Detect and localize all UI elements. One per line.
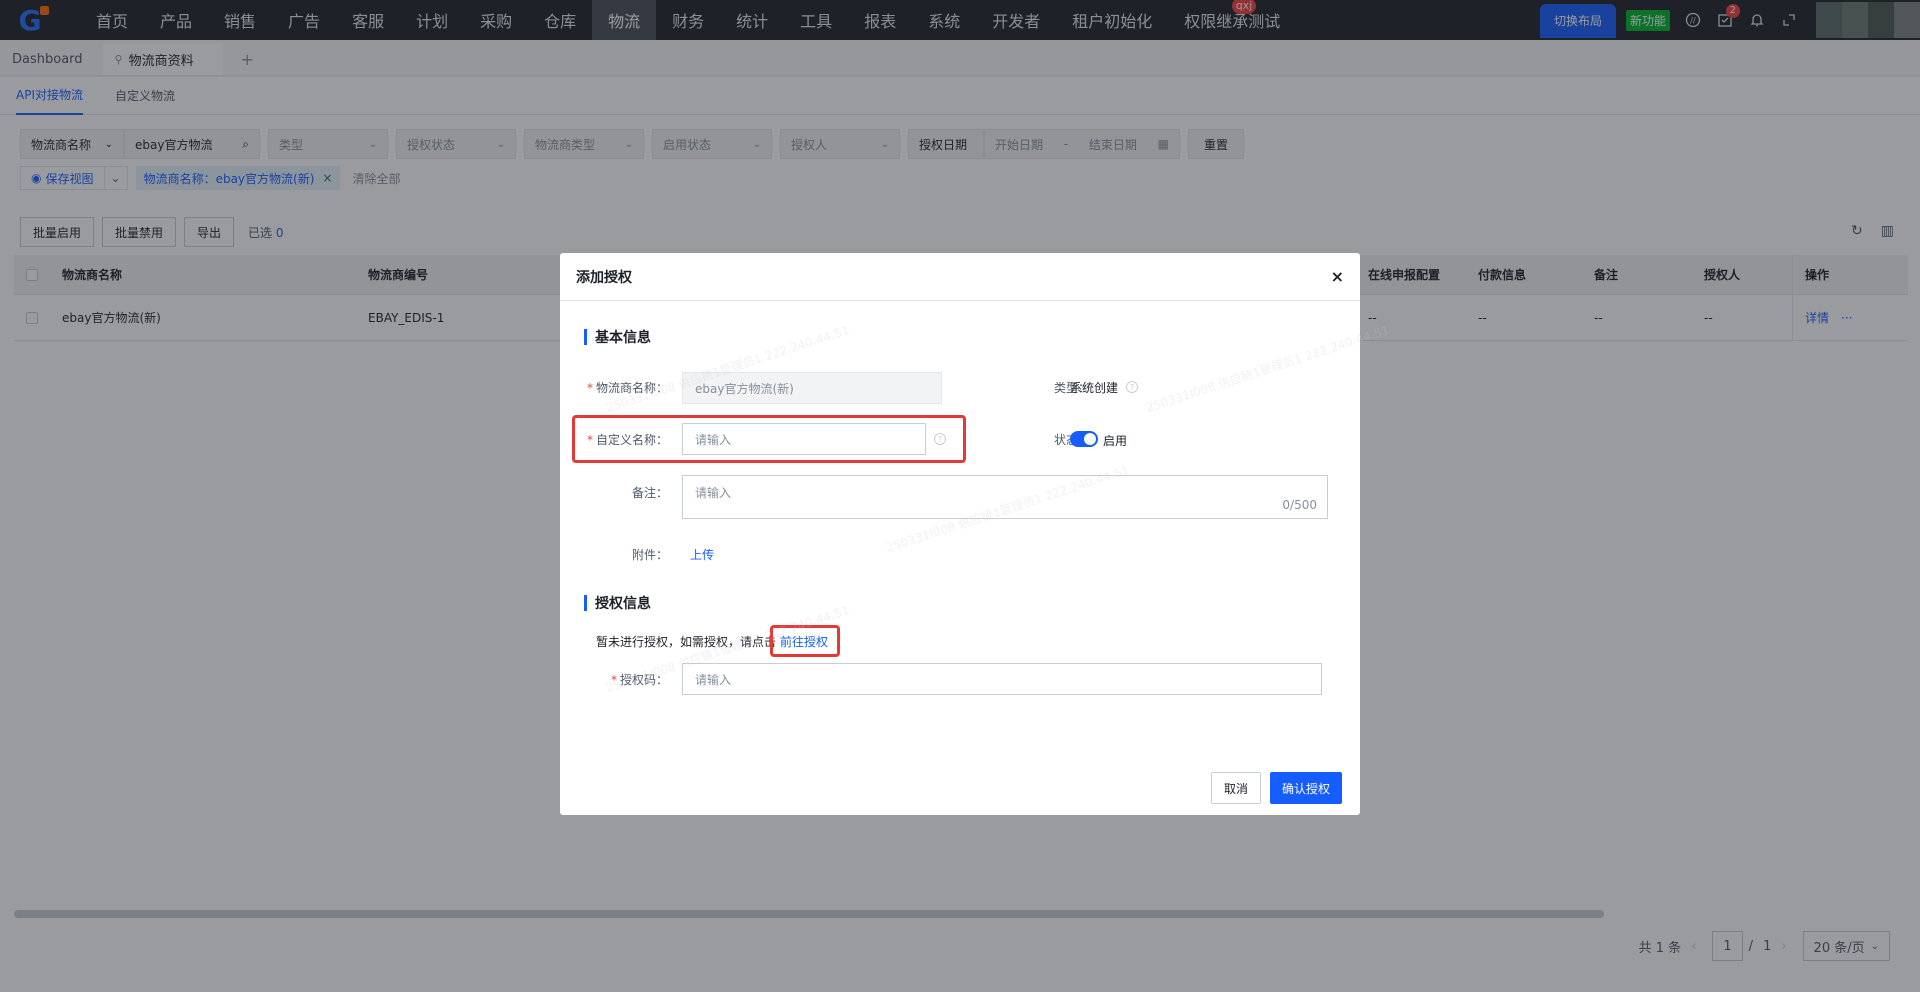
remark-textarea[interactable]: 请输入 0/500	[682, 475, 1328, 519]
remark-label: 备注：	[631, 486, 668, 500]
status-value: 启用	[1103, 434, 1128, 448]
dialog-header: 添加授权 ×	[560, 253, 1360, 301]
status-toggle[interactable]	[1070, 431, 1098, 447]
section-basic-title: 基本信息	[595, 330, 651, 346]
add-auth-dialog: 添加授权 × 基本信息 * 物流商名称： ebay官方物流(新) 类型： 系统创建…	[560, 253, 1360, 815]
question-icon[interactable]: ?	[1126, 381, 1138, 393]
required-mark: *	[586, 381, 593, 395]
carrier-name-label: * 物流商名称：	[584, 379, 668, 396]
section-basic-info: 基本信息	[584, 327, 651, 347]
section-bar	[584, 329, 587, 345]
close-icon[interactable]: ×	[1331, 267, 1344, 286]
auth-code-label-text: 授权码：	[619, 673, 668, 687]
carrier-name-input: ebay官方物流(新)	[682, 372, 942, 404]
cancel-button[interactable]: 取消	[1211, 772, 1262, 804]
attachment-label: 附件：	[631, 548, 668, 562]
required-mark: *	[610, 673, 617, 687]
upload-link[interactable]: 上传	[690, 546, 714, 563]
dialog-title: 添加授权	[576, 269, 632, 286]
highlight-box-go-authorize	[770, 625, 840, 657]
auth-code-input[interactable]: 请输入	[682, 663, 1322, 695]
section-auth-title: 授权信息	[595, 596, 651, 612]
carrier-name-label-text: 物流商名称：	[595, 381, 668, 395]
remark-placeholder: 请输入	[695, 486, 732, 500]
type-value: 系统创建	[1070, 381, 1119, 395]
remark-counter: 0/500	[1282, 498, 1317, 512]
confirm-auth-button[interactable]: 确认授权	[1270, 772, 1343, 804]
auth-code-label: * 授权码：	[584, 671, 668, 688]
highlight-box-custom-name	[572, 415, 966, 463]
section-bar	[584, 595, 587, 611]
auth-hint: 暂未进行授权，如需授权，请点击	[596, 635, 777, 649]
section-auth-info: 授权信息	[584, 593, 651, 613]
